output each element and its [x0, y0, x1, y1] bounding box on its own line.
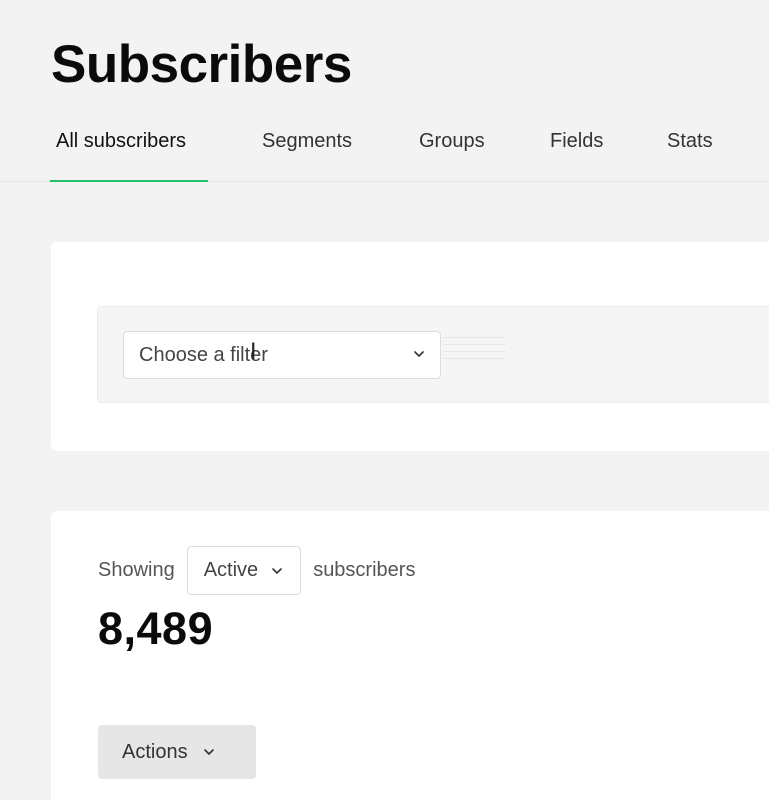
subscribers-page: Subscribers All subscribers Segments Gro…: [0, 0, 769, 800]
chevron-down-icon: [412, 347, 426, 361]
status-select[interactable]: Active: [186, 546, 302, 595]
filter-card: Choose a filter: [51, 242, 769, 451]
active-tab-indicator: [50, 180, 208, 182]
tab-segments[interactable]: Segments: [262, 130, 352, 153]
tab-all-subscribers[interactable]: All subscribers: [56, 130, 186, 153]
tab-stats[interactable]: Stats: [667, 130, 713, 153]
loading-placeholder: [443, 337, 505, 367]
page-title: Subscribers: [51, 35, 352, 94]
actions-button[interactable]: Actions: [98, 725, 256, 779]
filter-bar: Choose a filter: [97, 306, 769, 403]
subscribers-card: Showing Active subscribers 8,489 Actions: [51, 511, 769, 800]
showing-prefix: Showing: [98, 559, 175, 581]
filter-select[interactable]: Choose a filter: [123, 331, 441, 379]
showing-suffix: subscribers: [313, 559, 416, 581]
text-cursor-icon: I: [250, 340, 257, 365]
tab-fields[interactable]: Fields: [550, 130, 603, 153]
tab-groups[interactable]: Groups: [419, 130, 485, 153]
tab-bar: All subscribers Segments Groups Fields S…: [0, 118, 769, 182]
chevron-down-icon: [270, 564, 284, 578]
status-select-value: Active: [203, 559, 259, 581]
chevron-down-icon: [202, 745, 216, 759]
subscriber-count: 8,489: [98, 603, 214, 654]
actions-label: Actions: [122, 740, 188, 763]
filter-select-value: Choose a filter: [139, 343, 268, 366]
showing-row: Showing Active subscribers: [98, 546, 415, 595]
